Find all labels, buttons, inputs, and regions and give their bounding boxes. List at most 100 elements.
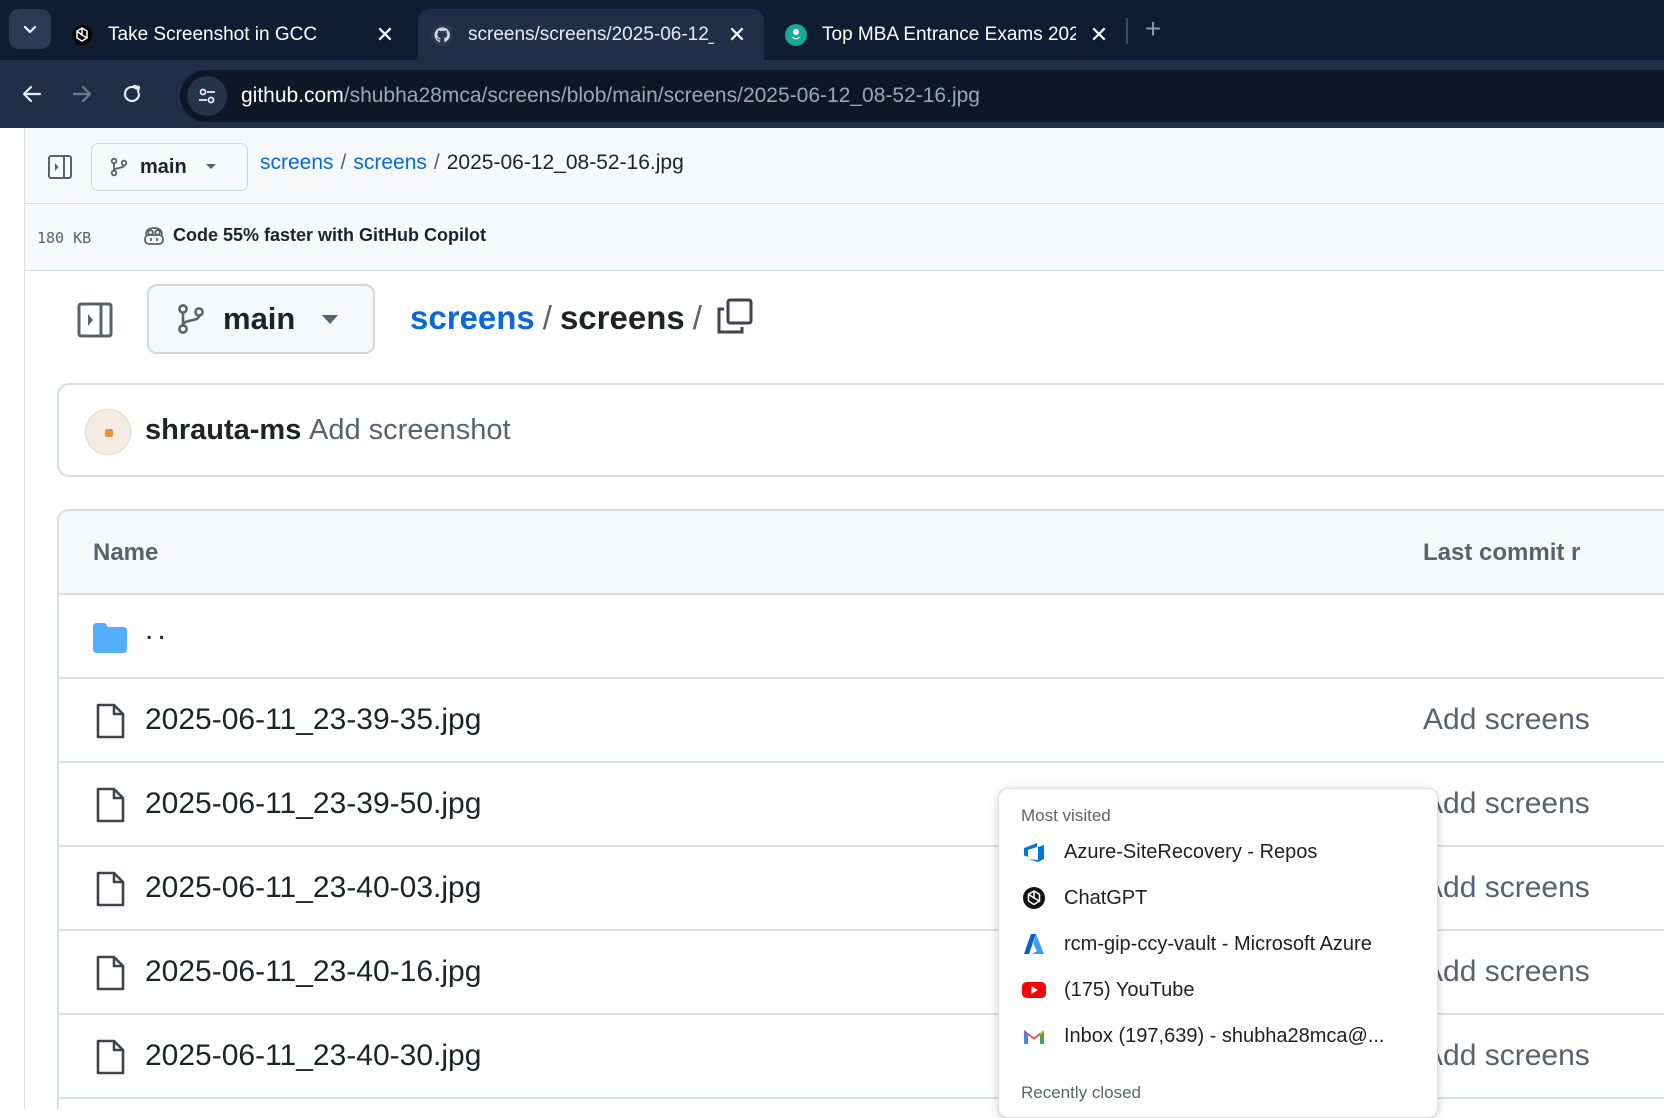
table-header: Name Last commit r [59, 511, 1664, 595]
forward-button[interactable] [62, 74, 102, 114]
url-host: github.com [241, 84, 344, 107]
browser-toolbar: github.com/shubha28mca/screens/blob/main… [0, 60, 1664, 128]
most-visited-item-chatgpt[interactable]: ChatGPT [999, 875, 1437, 921]
sidebar-toggle-button[interactable] [47, 154, 73, 180]
most-visited-item-azure-vault[interactable]: rcm-gip-ccy-vault - Microsoft Azure [999, 921, 1437, 967]
most-visited-label: Azure-SiteRecovery - Repos [1064, 840, 1318, 863]
file-name: 2025-06-11_23-39-50.jpg [145, 787, 482, 820]
folder-icon [93, 623, 127, 653]
url-path: /shubha28mca/screens/blob/main/screens/2… [343, 84, 980, 107]
git-branch-icon [178, 304, 204, 334]
address-bar[interactable]: github.com/shubha28mca/screens/blob/main… [180, 70, 1664, 122]
file-info-bar: 180 KB Code 55% faster with GitHub Copil… [25, 205, 1664, 271]
arrow-left-icon [22, 85, 42, 103]
copilot-promo-text: Code 55% faster with GitHub Copilot [173, 225, 487, 245]
most-visited-item-gmail[interactable]: Inbox (197,639) - shubha28mca@... [999, 1013, 1437, 1059]
breadcrumb-separator: / [340, 151, 347, 174]
most-visited-label: rcm-gip-ccy-vault - Microsoft Azure [1064, 932, 1372, 955]
tab-search-button[interactable] [9, 9, 51, 49]
column-header-name: Name [93, 539, 159, 566]
caret-down-icon [322, 314, 339, 324]
breadcrumb-separator: / [692, 299, 702, 336]
copilot-promo-link[interactable]: Code 55% faster with GitHub Copilot [143, 225, 486, 246]
breadcrumb: screens / screens / 2025-06-12_08-52-16.jpg [260, 151, 684, 175]
youtube-icon [1021, 977, 1047, 1003]
last-commit-message: Add screens [1423, 703, 1590, 736]
tab-title: Top MBA Entrance Exams 2025: [822, 23, 1076, 45]
tab-strip: Take Screenshot in GCC ✕ screens/screens… [0, 0, 1664, 60]
copilot-icon [144, 226, 164, 245]
file-icon [96, 703, 125, 739]
shiksha-icon [784, 23, 808, 47]
most-visited-label: (175) YouTube [1064, 978, 1195, 1001]
branch-name: main [223, 301, 296, 336]
parent-dir-label: .. [145, 613, 170, 646]
caret-down-icon [205, 164, 216, 169]
column-header-last-commit: Last commit r [1423, 539, 1581, 566]
table-row-parent-dir: .. [59, 595, 1664, 679]
git-branch-icon [110, 157, 128, 177]
tab-mba-exams[interactable]: Top MBA Entrance Exams 2025: ✕ [772, 9, 1126, 60]
tab-separator [1126, 18, 1128, 44]
close-tab-icon[interactable]: ✕ [722, 20, 752, 50]
breadcrumb-current-dir: screens [559, 299, 685, 336]
most-visited-dropdown: Most visited Azure-SiteRecovery - Repos … [998, 788, 1438, 1118]
tab-take-screenshot[interactable]: Take Screenshot in GCC ✕ [58, 9, 412, 60]
arrow-right-icon [72, 85, 92, 103]
commit-author: shrauta-ms [145, 414, 302, 446]
last-commit-message: Add screens [1423, 955, 1590, 988]
reload-icon [123, 84, 141, 103]
file-header: main screens / screens / 2025-06-12_08-52-16… [25, 128, 1664, 204]
tune-icon [199, 88, 215, 104]
branch-selector[interactable]: main [91, 143, 248, 191]
most-visited-label: Inbox (197,639) - shubha28mca@... [1064, 1024, 1385, 1047]
new-tab-button[interactable]: + [1138, 13, 1168, 44]
sidebar-expand-icon [48, 155, 72, 179]
last-commit-message: Add screens [1423, 1039, 1590, 1072]
breadcrumb-current-file: 2025-06-12_08-52-16.jpg [446, 151, 684, 174]
gmail-icon [1021, 1023, 1047, 1049]
file-name: 2025-06-11_23-40-03.jpg [145, 871, 482, 904]
breadcrumb-link-screens-sub[interactable]: screens [353, 151, 427, 174]
file-icon [96, 787, 125, 823]
file-size: 180 KB [37, 229, 92, 247]
branch-name: main [140, 155, 187, 178]
close-tab-icon[interactable]: ✕ [370, 20, 400, 50]
breadcrumb-link-screens: screens [410, 299, 535, 336]
sidebar-expand-icon [77, 302, 113, 338]
file-name: 2025-06-11_23-40-16.jpg [145, 955, 482, 988]
github-icon [430, 23, 454, 47]
recently-closed-heading: Recently closed [1021, 1083, 1142, 1102]
file-icon [96, 871, 125, 907]
table-row: 2025-06-11_23-39-35.jpg Add screens [59, 679, 1664, 763]
commit-message: Add screenshot [309, 414, 511, 446]
file-icon [96, 955, 125, 991]
breadcrumb: screens / screens / [410, 299, 710, 337]
file-icon [96, 1039, 125, 1075]
latest-commit-box: shrauta-ms Add screenshot [57, 383, 1664, 477]
most-visited-heading: Most visited [1021, 806, 1111, 825]
azure-icon [1021, 931, 1047, 957]
tab-github-screens[interactable]: screens/screens/2025-06-12_08 ✕ [418, 9, 764, 60]
url-text[interactable]: github.com/shubha28mca/screens/blob/main… [241, 84, 980, 108]
reload-button[interactable] [112, 74, 152, 114]
back-button[interactable] [12, 74, 52, 114]
branch-selector-image: main [147, 284, 375, 354]
most-visited-label: ChatGPT [1064, 886, 1148, 909]
most-visited-item-youtube[interactable]: (175) YouTube [999, 967, 1437, 1013]
chevron-down-icon [23, 25, 37, 34]
breadcrumb-separator: / [542, 299, 552, 336]
tab-title: Take Screenshot in GCC [108, 23, 318, 45]
site-info-button[interactable] [187, 76, 227, 116]
close-tab-icon[interactable]: ✕ [1084, 20, 1114, 50]
openai-icon [70, 23, 94, 47]
breadcrumb-link-screens[interactable]: screens [260, 151, 334, 174]
azure-devops-icon [1021, 839, 1047, 865]
file-name: 2025-06-11_23-40-30.jpg [145, 1039, 482, 1072]
most-visited-item-azure-repos[interactable]: Azure-SiteRecovery - Repos [999, 829, 1437, 875]
copy-icon [717, 298, 753, 334]
last-commit-message: Add screens [1423, 787, 1590, 820]
last-commit-message: Add screens [1423, 871, 1590, 904]
file-name: 2025-06-11_23-39-35.jpg [145, 703, 482, 736]
breadcrumb-separator: / [433, 151, 440, 174]
